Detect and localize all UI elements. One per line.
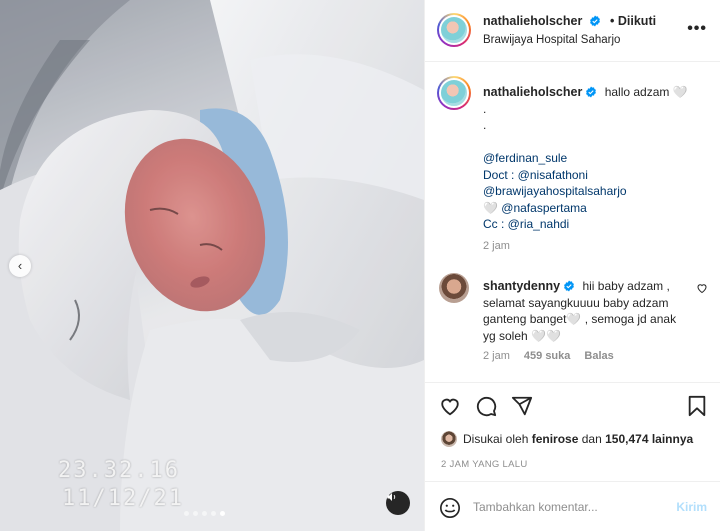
newborn-photo [0,0,424,531]
mention-link[interactable]: Doct : @nisafathoni [483,167,711,184]
post-header: nathalieholscher • Diikuti Brawijaya Hos… [425,0,720,62]
likes-prefix: Disukai oleh [463,432,529,446]
post-caption: nathalieholscher hallo adzam 🤍 . . @ferd… [483,84,711,233]
comment-username[interactable]: shantydenny [483,279,560,293]
carousel-indicator [184,511,225,516]
avatar[interactable] [437,13,471,47]
more-horizontal-icon[interactable]: ••• [687,20,707,38]
avatar[interactable] [437,76,471,110]
verified-badge-icon [589,15,600,27]
follow-status[interactable]: • Diikuti [610,14,656,28]
heart-icon[interactable] [439,395,461,417]
bookmark-icon[interactable] [687,395,707,417]
sound-toggle-button[interactable] [386,491,410,515]
comment-icon[interactable] [475,395,497,417]
heart-icon[interactable] [696,282,708,294]
verified-badge-icon [586,86,597,98]
mention-link[interactable]: Cc : @ria_nahdi [483,216,711,233]
likes-connector: dan [581,432,602,446]
caption-username[interactable]: nathalieholscher [483,85,582,99]
post-timestamp[interactable]: 2 JAM YANG LALU [441,459,528,470]
post-media[interactable]: 23.32.16 11/12/21 ‹ [0,0,424,531]
caption-time[interactable]: 2 jam [483,240,510,252]
likes-count[interactable]: 150,474 lainnya [605,432,693,446]
caption-line: . [483,118,487,132]
mention-link[interactable]: 🤍 @nafaspertama [483,200,711,217]
comment-likes[interactable]: 459 suka [524,350,570,362]
location-link[interactable]: Brawijaya Hospital Saharjo [483,34,620,46]
post-details-panel: nathalieholscher • Diikuti Brawijaya Hos… [424,0,720,531]
liker-username[interactable]: fenirose [532,432,579,446]
comment-time[interactable]: 2 jam [483,350,510,362]
comment-item: shantydenny hii baby adzam , selamat say… [483,278,691,344]
carousel-dot [193,511,198,516]
comment-meta: 2 jam 459 suka Balas [483,350,614,362]
carousel-dot [202,511,207,516]
add-comment-bar: Kirim [425,481,720,531]
author-username[interactable]: nathalieholscher [483,14,582,28]
emoji-icon[interactable] [439,497,461,519]
carousel-dot [184,511,189,516]
caption-line [483,134,711,151]
post-actions [425,382,720,430]
mention-link[interactable]: @ferdinan_sule [483,150,711,167]
caption-line: hallo adzam 🤍 [604,85,688,99]
carousel-prev-button[interactable]: ‹ [9,255,31,277]
video-timestamp: 23.32.16 [58,458,180,483]
post-comment-button[interactable]: Kirim [676,500,707,514]
carousel-dot [211,511,216,516]
mention-link[interactable]: @brawijayahospitalsaharjo [483,183,711,200]
likes-summary: Disukai oleh fenirose dan 150,474 lainny… [441,431,693,447]
speaker-icon [387,493,396,501]
avatar[interactable] [441,431,457,447]
carousel-dot-active [220,511,225,516]
comment-input[interactable] [473,496,663,518]
share-icon[interactable] [511,395,533,417]
avatar[interactable] [439,273,469,303]
verified-badge-icon [564,280,575,292]
video-date: 11/12/21 [62,486,184,511]
chevron-left-icon: ‹ [17,258,23,273]
caption-line: . [483,101,487,116]
reply-button[interactable]: Balas [584,350,613,362]
